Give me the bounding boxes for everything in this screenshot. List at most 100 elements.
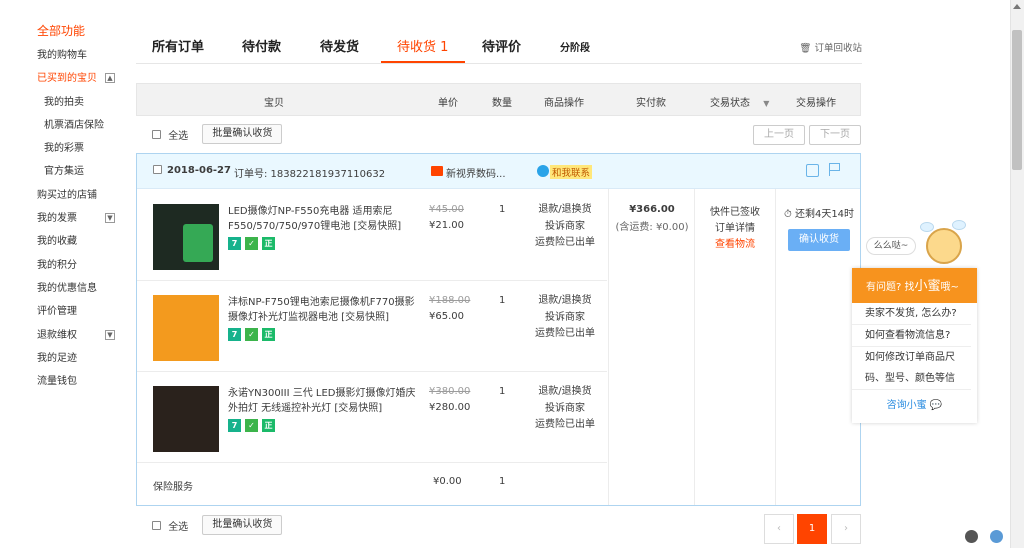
refund-link[interactable]: 退款/退换货: [535, 202, 595, 219]
tab-all-orders[interactable]: 所有订单: [152, 36, 204, 55]
order-recycle-link[interactable]: 🗑 订单回收站: [799, 40, 862, 54]
sidebar-heading[interactable]: 全部功能: [37, 20, 127, 44]
order-table-header: 宝贝 单价 数量 商品操作 实付款 交易状态 ▼ 交易操作: [136, 83, 861, 116]
sidebar-item[interactable]: 我的收藏: [37, 230, 127, 253]
complain-link[interactable]: 投诉商家: [535, 310, 595, 327]
page-scrollbar[interactable]: [1010, 0, 1024, 548]
batch-confirm-button[interactable]: 批量确认收货: [202, 515, 283, 535]
help-question[interactable]: 如何修改订单商品尺: [852, 347, 971, 368]
sidebar-item[interactable]: 官方集运: [37, 160, 127, 183]
select-all-checkbox[interactable]: [152, 129, 161, 139]
page-current-button[interactable]: 1: [797, 514, 827, 544]
order-checkbox[interactable]: [153, 165, 162, 174]
product-title-link[interactable]: LED摄像灯NP-F550充电器 适用索尼F550/570/750/970锂电池…: [228, 204, 418, 234]
insurance-service-label: 保险服务: [153, 482, 193, 493]
sidebar-item[interactable]: 退款维权 ▼: [37, 324, 127, 347]
expand-toggle-icon[interactable]: ▼: [105, 213, 115, 224]
sidebar-item[interactable]: 我的发票 ▼: [37, 207, 127, 230]
product-thumbnail[interactable]: [153, 386, 219, 452]
unit-price: ¥280.00: [429, 402, 471, 413]
shipping-insurance-link[interactable]: 运费险已出单: [535, 235, 595, 252]
order-item-row: 沣标NP-F750锂电池索尼摄像机F770摄影摄像灯补光灯监视器电池 [交易快照…: [137, 281, 607, 372]
help-question[interactable]: 码、型号、颜色等信: [852, 368, 971, 390]
batch-confirm-button[interactable]: 批量确认收货: [202, 124, 283, 144]
sidebar-item[interactable]: 流量钱包: [37, 370, 127, 393]
sidebar-item[interactable]: 我的积分: [37, 254, 127, 277]
expand-toggle-icon[interactable]: ▼: [105, 329, 115, 340]
product-badges: 7 ✓ 正: [228, 328, 279, 341]
scrollbar-thumb[interactable]: [1012, 30, 1022, 170]
refund-link[interactable]: 退款/退换货: [535, 384, 595, 401]
item-quantity: 1: [499, 295, 506, 306]
help-question[interactable]: 如何查看物流信息?: [852, 325, 971, 347]
chat-icon: [537, 165, 549, 177]
tab-unpaid[interactable]: 待付款: [242, 36, 281, 55]
seven-day-return-icon: 7: [228, 328, 241, 341]
shipping-insurance-link[interactable]: 运费险已出单: [535, 417, 595, 434]
refund-link[interactable]: 退款/退换货: [535, 293, 595, 310]
paid-amount-cell: ¥366.00 (含运费: ¥0.00): [610, 204, 694, 233]
order-details-link[interactable]: 订单详情: [695, 221, 775, 237]
scroll-up-arrow-icon[interactable]: [1013, 4, 1021, 9]
sidebar-item-label: 我的购物车: [37, 50, 87, 61]
page-next-button[interactable]: ›: [831, 514, 861, 544]
robot-icon[interactable]: [965, 530, 978, 543]
select-all-label: 全选: [168, 130, 189, 142]
order-item-row: 永诺YN300III 三代 LED摄影灯摄像灯婚庆外拍灯 无线遥控补光灯 [交易…: [137, 372, 607, 463]
item-quantity: 1: [499, 204, 506, 215]
order-date: 2018-06-27: [167, 165, 231, 176]
order-tabs: 所有订单 待付款 待发货 待收货 1 待评价 分阶段 🗑 订单回收站: [136, 28, 862, 64]
contact-seller-link[interactable]: 和我联系: [550, 165, 593, 179]
insurance-quantity: 1: [499, 476, 506, 487]
seven-day-return-icon: 7: [228, 237, 241, 250]
sidebar-item-label: 我的彩票: [44, 143, 84, 155]
sidebar-item[interactable]: 我的彩票: [37, 137, 127, 160]
select-all-checkbox[interactable]: [152, 520, 161, 530]
help-question[interactable]: 卖家不发货, 怎么办?: [852, 303, 971, 325]
confirm-receipt-button[interactable]: 确认收货: [788, 229, 850, 251]
bee-mascot-icon[interactable]: [920, 218, 966, 268]
complain-link[interactable]: 投诉商家: [535, 401, 595, 418]
header-status-filter[interactable]: 交易状态 ▼: [710, 94, 769, 109]
share-icon[interactable]: [806, 164, 819, 177]
sidebar-item[interactable]: 已买到的宝贝 ▲: [37, 67, 127, 90]
product-title-link[interactable]: 沣标NP-F750锂电池索尼摄像机F770摄影摄像灯补光灯监视器电池 [交易快照…: [228, 295, 418, 325]
tab-installment[interactable]: 分阶段: [560, 39, 590, 54]
tab-unshipped[interactable]: 待发货: [320, 36, 359, 55]
recycle-label: 订单回收站: [814, 43, 862, 54]
tab-to-review[interactable]: 待评价: [482, 36, 521, 55]
trade-status-cell: 快件已签收 订单详情 查看物流: [695, 205, 775, 253]
sidebar-item[interactable]: 购买过的店铺: [37, 184, 127, 207]
product-thumbnail[interactable]: [153, 204, 219, 270]
view-logistics-link[interactable]: 查看物流: [695, 237, 775, 253]
shipping-insurance-link[interactable]: 运费险已出单: [535, 326, 595, 343]
seven-day-return-icon: 7: [228, 419, 241, 432]
sidebar-item[interactable]: 机票酒店保险: [37, 114, 127, 137]
flag-icon[interactable]: [829, 163, 840, 176]
sidebar-item-label: 退款维权: [37, 329, 77, 341]
shop-name-link[interactable]: 新视界数码...: [446, 165, 506, 180]
prev-page-button[interactable]: 上一页: [753, 125, 805, 145]
product-thumbnail[interactable]: [153, 295, 219, 361]
sidebar-item[interactable]: 我的优惠信息: [37, 277, 127, 300]
guarantee-icon: ✓: [245, 328, 258, 341]
original-price: ¥45.00: [429, 204, 464, 215]
sidebar-item-label: 流量钱包: [37, 376, 77, 388]
collapse-toggle-icon[interactable]: ▲: [105, 73, 115, 84]
page-prev-button[interactable]: ‹: [764, 514, 794, 544]
item-quantity: 1: [499, 386, 506, 397]
sidebar-item[interactable]: 我的拍卖: [37, 91, 127, 114]
next-page-button[interactable]: 下一页: [809, 125, 861, 145]
item-ops: 退款/退换货 投诉商家 运费险已出单: [535, 202, 595, 252]
tab-to-receive[interactable]: 待收货 1: [397, 36, 448, 55]
settings-gear-icon[interactable]: [990, 530, 1003, 543]
sidebar-item[interactable]: 评价管理: [37, 300, 127, 323]
sidebar-item[interactable]: 我的购物车: [37, 44, 127, 67]
column-divider: [775, 189, 776, 505]
header-item: 宝贝: [264, 98, 284, 109]
product-title-link[interactable]: 永诺YN300III 三代 LED摄影灯摄像灯婚庆外拍灯 无线遥控补光灯 [交易…: [228, 386, 418, 416]
consult-link[interactable]: 咨询小蜜 💬: [852, 396, 977, 411]
sidebar-item[interactable]: 我的足迹: [37, 347, 127, 370]
complain-link[interactable]: 投诉商家: [535, 219, 595, 236]
help-title-suffix: 哦~: [940, 282, 959, 293]
